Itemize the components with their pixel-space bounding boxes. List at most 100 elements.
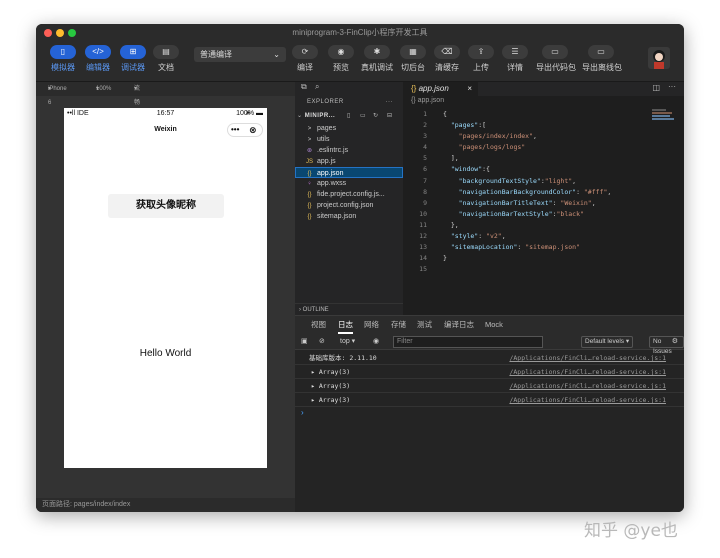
code-editor: {} app.json × ◫ ··· {} app.json 1{ 2 "pa… [403,82,684,315]
context-select[interactable]: top ▾ [340,334,355,350]
more-icon[interactable]: ··· [668,82,676,91]
tree-file-project-config[interactable]: {} project.config.json [295,200,403,211]
tab-view[interactable]: 视图 [311,316,326,334]
zoom-window-button[interactable] [68,29,76,37]
tab-mock[interactable]: Mock [485,316,503,334]
code-lines[interactable]: 1{ 2 "pages":[ 3 "pages/index/index", 4 … [403,109,673,275]
docs-button[interactable]: ▤ 文档 [149,45,183,73]
gear-icon[interactable]: ⚙ [672,334,678,350]
refresh-icon: ⟳ [292,45,318,59]
more-icon[interactable]: ··· [386,95,394,109]
sidebar-toggle-icon[interactable]: ▣ [301,334,308,350]
devtools-panel: 视图 日志 网络 存储 测试 编译日志 Mock ▣ ⊘ top ▾ ◉ Fil… [295,315,684,512]
details-button[interactable]: ☰ 详情 [498,45,532,73]
close-window-button[interactable] [44,29,52,37]
folder-icon: ▭ [588,45,614,59]
background-button[interactable]: ▦ 切后台 [396,45,430,73]
console-prompt[interactable]: › [301,408,304,417]
eye-icon[interactable]: ◉ [373,334,379,350]
chevron-right-icon: › [299,307,301,313]
minimize-window-button[interactable] [56,29,64,37]
new-folder-icon[interactable]: ▭ [360,109,366,123]
log-levels-select[interactable]: Default levels ▾ [581,336,634,348]
device-select[interactable]: iPhone 6 ▾ [48,82,67,106]
tree-file-app-wxss[interactable]: ♀ app.wxss [295,178,403,189]
close-icon[interactable]: ⊗ [249,120,257,140]
preview-button[interactable]: ◉ 预览 [324,45,358,73]
trash-icon: ⌫ [434,45,460,59]
copy-icon[interactable]: ⧉ [301,82,307,92]
log-entry[interactable]: ▸ Array(3) /Applications/FinCli…reload-s… [295,380,684,393]
tab-log[interactable]: 日志 [338,316,353,334]
title-bar: miniprogram-3-FinClip小程序开发工具 [36,24,684,42]
page-path: 页面路径: pages/index/index [36,498,295,512]
split-editor-icon[interactable]: ◫ [652,83,660,92]
compile-mode-select[interactable]: 普通编译 ⌄ [194,47,286,62]
explorer-panel: ⧉ ⌕ EXPLORER ··· ⌄ MINIPR... ▯ ▭ ↻ ⊟ > pa… [295,82,403,315]
json-icon: {} [307,171,312,177]
project-header[interactable]: ⌄ MINIPR... ▯ ▭ ↻ ⊟ [295,109,403,123]
new-file-icon[interactable]: ▯ [347,109,351,123]
tree-file-sitemap[interactable]: {} sitemap.json [295,211,403,222]
tree-file-app-js[interactable]: JS app.js [295,156,403,167]
watermark: 知乎 @ye也 [584,521,678,541]
log-entry[interactable]: ▸ Array(3) /Applications/FinCli…reload-s… [295,366,684,379]
javascript-icon: JS [305,159,313,165]
refresh-icon[interactable]: ↻ [373,109,379,123]
remote-debug-button[interactable]: ✱ 真机调试 [360,45,394,73]
code-icon: </> [85,45,111,59]
folder-icon: ▭ [542,45,568,59]
close-icon[interactable]: × [467,82,472,96]
json-icon: {} [307,214,312,220]
minimap[interactable] [652,109,678,129]
upload-button[interactable]: ⇪ 上传 [464,45,498,73]
more-icon[interactable]: ••• [231,120,239,140]
upload-icon: ⇪ [468,45,494,59]
grid-icon: ⊞ [120,45,146,59]
tree-folder-utils[interactable]: > utils [295,134,403,145]
zoom-select[interactable]: 100% ▾ [96,82,111,96]
json-icon: {} [307,203,312,209]
avatar[interactable] [648,47,670,69]
compile-button[interactable]: ⟳ 编译 [288,45,322,73]
chevron-right-icon: > [307,137,312,143]
log-entry: 基础库版本: 2.11.10 /Applications/FinCli…relo… [295,352,684,365]
status-bar: ••ll IDE 16:57 ∗ 100% ▬ [64,108,267,120]
tab-test[interactable]: 测试 [417,316,432,334]
network-select[interactable]: 流畅 ▾ [134,82,140,106]
tree-file-fide-config[interactable]: {} fide.project.config.js... [295,189,403,200]
json-icon: {} [307,192,312,198]
outline-section[interactable]: › OUTLINE [295,303,403,315]
editor-tabs: {} app.json × ◫ ··· [403,82,684,96]
layers-icon: ▦ [400,45,426,59]
tab-storage[interactable]: 存储 [391,316,406,334]
debugger-toggle-button[interactable]: ⊞ 调试器 [116,45,150,73]
tab-app-json[interactable]: {} app.json × [403,82,478,96]
battery-level: 100% ▬ [236,110,263,117]
tree-folder-pages[interactable]: > pages [295,123,403,134]
search-icon[interactable]: ⌕ [315,82,319,92]
editor-toggle-button[interactable]: </> 编辑器 [81,45,115,73]
tree-file-eslintrc[interactable]: ⊛ .eslintrc.js [295,145,403,156]
tab-network[interactable]: 网络 [364,316,379,334]
phone-screen: ••ll IDE 16:57 ∗ 100% ▬ Weixin ••• ⊗ 获取头… [64,108,267,468]
capsule-menu[interactable]: ••• ⊗ [227,123,263,137]
issues-badge[interactable]: No Issues [649,336,684,355]
document-icon: ▤ [153,45,179,59]
get-avatar-button[interactable]: 获取头像昵称 [108,194,224,218]
clear-console-icon[interactable]: ⊘ [319,334,325,350]
tree-file-app-json[interactable]: {} app.json [295,167,403,178]
console-toolbar: ▣ ⊘ top ▾ ◉ Filter Default levels ▾ No I… [295,334,684,355]
export-offline-button[interactable]: ▭ 导出离线包 [582,45,622,73]
tab-compile-log[interactable]: 编译日志 [444,316,474,334]
eslint-icon: ⊛ [306,148,313,154]
collapse-icon[interactable]: ⊟ [387,109,393,123]
hello-text: Hello World [139,348,192,359]
export-package-button[interactable]: ▭ 导出代码包 [536,45,576,73]
console-filter-input[interactable]: Filter [393,336,543,348]
chevron-down-icon: ⌄ [297,113,303,119]
log-entry[interactable]: ▸ Array(3) /Applications/FinCli…reload-s… [295,394,684,407]
explorer-top: ⧉ ⌕ [295,82,403,96]
clear-cache-button[interactable]: ⌫ 清缓存 [430,45,464,73]
simulator-toggle-button[interactable]: ▯ 模拟器 [46,45,80,73]
